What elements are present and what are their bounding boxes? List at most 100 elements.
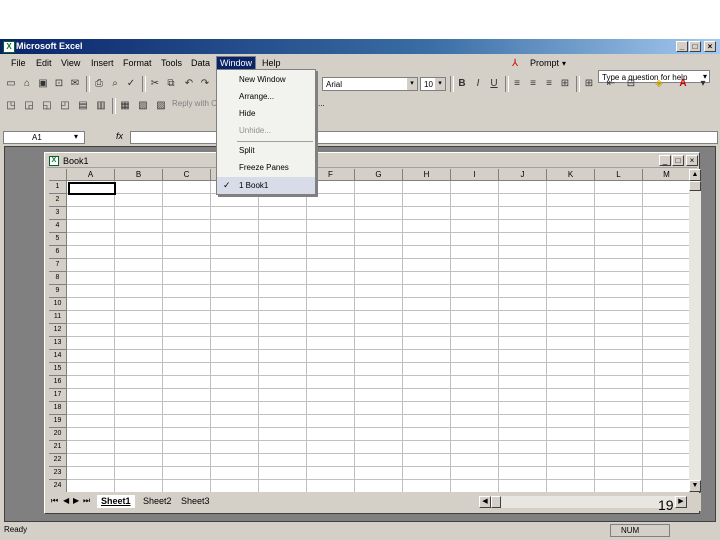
row-header-12[interactable]: 12: [49, 324, 67, 337]
menu-format[interactable]: Format: [120, 57, 155, 70]
save-icon[interactable]: ▣: [36, 77, 50, 91]
menu-tools[interactable]: Tools: [158, 57, 185, 70]
spelling-icon[interactable]: ✓: [124, 77, 138, 91]
select-all-corner[interactable]: [49, 169, 67, 181]
window-menu-arrange[interactable]: Arrange...: [217, 88, 315, 105]
scroll-up-icon[interactable]: ▲: [689, 169, 701, 181]
row-header-13[interactable]: 13: [49, 337, 67, 350]
app-close-button[interactable]: ×: [704, 41, 716, 52]
row-header-20[interactable]: 20: [49, 428, 67, 441]
row-header-24[interactable]: 24: [49, 480, 67, 492]
horizontal-scrollbar[interactable]: ◀ ▶: [479, 496, 687, 508]
toolbar-more[interactable]: ...: [318, 99, 325, 108]
worksheet-grid[interactable]: ABCDEFGHIJKLM123456789101112131415161718…: [49, 169, 689, 492]
print-preview-icon[interactable]: ⌕: [108, 77, 122, 91]
permission-icon[interactable]: ⊡: [52, 77, 66, 91]
print-icon[interactable]: ⎙: [92, 77, 106, 91]
undo-icon[interactable]: ↶: [182, 77, 196, 91]
vertical-scroll-thumb[interactable]: [689, 181, 701, 191]
app-minimize-button[interactable]: _: [676, 41, 688, 52]
window-menu-hide[interactable]: Hide: [217, 105, 315, 122]
fill-color-icon[interactable]: ◈: [652, 77, 666, 91]
italic-button[interactable]: I: [471, 77, 485, 91]
row-header-11[interactable]: 11: [49, 311, 67, 324]
row-header-3[interactable]: 3: [49, 207, 67, 220]
font-color-button[interactable]: A: [676, 77, 690, 91]
row-header-21[interactable]: 21: [49, 441, 67, 454]
row-header-14[interactable]: 14: [49, 350, 67, 363]
email-icon[interactable]: ✉: [68, 77, 82, 91]
window-menu-new-window[interactable]: New Window: [217, 71, 315, 88]
review-icon-9[interactable]: ▨: [154, 99, 168, 113]
pdf-icon[interactable]: ⅄: [512, 58, 518, 69]
workbook-close-button[interactable]: ×: [686, 155, 698, 166]
row-header-5[interactable]: 5: [49, 233, 67, 246]
review-icon-6[interactable]: ▥: [94, 99, 108, 113]
insert-function-button[interactable]: fx: [116, 131, 123, 141]
name-box-arrow-icon[interactable]: ▾: [74, 132, 78, 141]
scroll-down-icon[interactable]: ▼: [689, 480, 701, 492]
review-icon-7[interactable]: ▦: [118, 99, 132, 113]
font-name-arrow-icon[interactable]: ▾: [407, 78, 417, 90]
review-icon-2[interactable]: ◲: [22, 99, 36, 113]
prev-sheet-icon[interactable]: ◀: [63, 496, 69, 505]
column-header-j[interactable]: J: [499, 169, 547, 181]
last-sheet-icon[interactable]: ⏭: [83, 496, 90, 506]
indent-icon[interactable]: ⇤: [604, 77, 618, 91]
currency-icon[interactable]: ⊞: [582, 77, 596, 91]
menu-edit[interactable]: Edit: [33, 57, 55, 70]
borders-icon[interactable]: ⊟: [624, 77, 638, 91]
redo-icon[interactable]: ↷: [198, 77, 212, 91]
row-header-15[interactable]: 15: [49, 363, 67, 376]
row-header-17[interactable]: 17: [49, 389, 67, 402]
underline-button[interactable]: U: [487, 77, 501, 91]
open-icon[interactable]: ⌂: [20, 77, 34, 91]
review-icon-4[interactable]: ◰: [58, 99, 72, 113]
row-header-8[interactable]: 8: [49, 272, 67, 285]
prompt-button[interactable]: Prompt: [530, 58, 559, 68]
column-header-a[interactable]: A: [67, 169, 115, 181]
menu-file[interactable]: File: [8, 57, 29, 70]
row-header-2[interactable]: 2: [49, 194, 67, 207]
row-header-22[interactable]: 22: [49, 454, 67, 467]
align-center-icon[interactable]: ≡: [526, 77, 540, 91]
font-name-combo[interactable]: Arial ▾: [322, 77, 418, 91]
column-header-b[interactable]: B: [115, 169, 163, 181]
merge-center-icon[interactable]: ⊞: [558, 77, 572, 91]
column-header-l[interactable]: L: [595, 169, 643, 181]
review-icon-8[interactable]: ▧: [136, 99, 150, 113]
menu-insert[interactable]: Insert: [88, 57, 117, 70]
review-icon-3[interactable]: ◱: [40, 99, 54, 113]
row-header-10[interactable]: 10: [49, 298, 67, 311]
name-box[interactable]: A1: [3, 131, 85, 144]
cut-icon[interactable]: ✂: [148, 77, 162, 91]
sheet-tab-sheet2[interactable]: Sheet2: [139, 495, 176, 508]
window-menu-split[interactable]: Split: [217, 142, 315, 159]
sheet-tab-sheet3[interactable]: Sheet3: [177, 495, 214, 508]
new-icon[interactable]: ▭: [4, 77, 18, 91]
review-icon-5[interactable]: ▤: [76, 99, 90, 113]
row-header-7[interactable]: 7: [49, 259, 67, 272]
row-header-1[interactable]: 1: [49, 181, 67, 194]
review-icon-1[interactable]: ◳: [4, 99, 18, 113]
vertical-scrollbar[interactable]: ▲ ▼: [689, 169, 701, 492]
column-header-m[interactable]: M: [643, 169, 689, 181]
align-right-icon[interactable]: ≡: [542, 77, 556, 91]
row-header-23[interactable]: 23: [49, 467, 67, 480]
copy-icon[interactable]: ⧉: [164, 77, 178, 91]
sheet-tab-sheet1[interactable]: Sheet1: [97, 495, 135, 508]
font-size-arrow-icon[interactable]: ▾: [435, 78, 445, 90]
column-header-c[interactable]: C: [163, 169, 211, 181]
row-header-19[interactable]: 19: [49, 415, 67, 428]
column-header-i[interactable]: I: [451, 169, 499, 181]
app-maximize-button[interactable]: □: [689, 41, 701, 52]
toolbar-options-icon[interactable]: ▾: [696, 77, 710, 91]
column-header-g[interactable]: G: [355, 169, 403, 181]
prompt-arrow-icon[interactable]: ▾: [562, 59, 566, 68]
row-header-9[interactable]: 9: [49, 285, 67, 298]
scroll-right-icon[interactable]: ▶: [675, 496, 687, 508]
font-size-combo[interactable]: 10 ▾: [420, 77, 446, 91]
row-header-6[interactable]: 6: [49, 246, 67, 259]
active-cell-a1[interactable]: [68, 182, 116, 195]
menu-view[interactable]: View: [58, 57, 83, 70]
